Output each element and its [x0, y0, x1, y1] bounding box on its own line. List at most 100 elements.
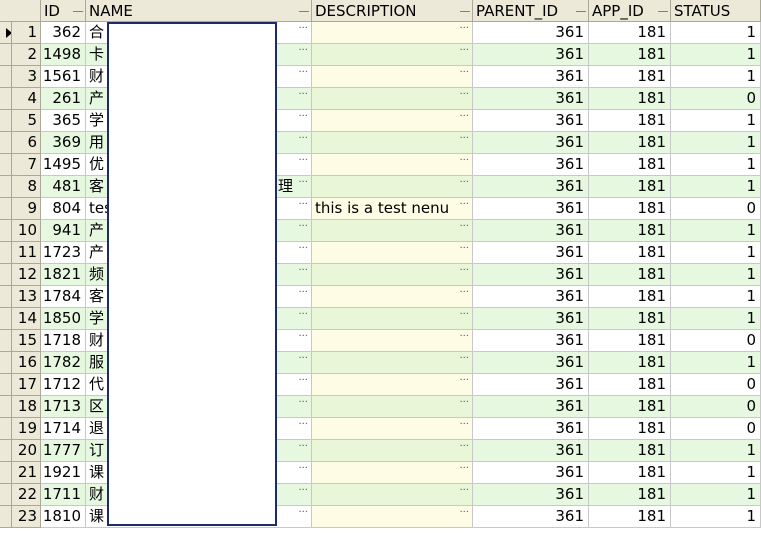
cell-description[interactable]: ···	[312, 374, 473, 396]
ellipsis-button[interactable]: ···	[459, 176, 469, 190]
cell-parent[interactable]: 361	[473, 352, 589, 374]
ellipsis-button[interactable]: ···	[298, 44, 308, 58]
cell-app[interactable]: 181	[589, 286, 671, 308]
cell-status[interactable]: 1	[671, 352, 761, 374]
cell-description[interactable]: ···	[312, 110, 473, 132]
cell-description[interactable]: ···	[312, 308, 473, 330]
ellipsis-button[interactable]: ···	[459, 418, 469, 432]
cell-id[interactable]: 804	[41, 198, 86, 220]
cell-id[interactable]: 941	[41, 220, 86, 242]
cell-description[interactable]: ···	[312, 242, 473, 264]
cell-status[interactable]: 1	[671, 506, 761, 528]
column-header-status[interactable]: STATUS	[671, 0, 761, 22]
ellipsis-button[interactable]: ···	[298, 198, 308, 212]
cell-status[interactable]: 0	[671, 418, 761, 440]
row-number[interactable]: 23	[12, 506, 41, 528]
ellipsis-button[interactable]: ···	[298, 440, 308, 454]
column-header-description[interactable]: DESCRIPTION	[312, 0, 473, 22]
cell-description[interactable]: ···	[312, 506, 473, 528]
cell-status[interactable]: 1	[671, 110, 761, 132]
cell-id[interactable]: 1714	[41, 418, 86, 440]
cell-app[interactable]: 181	[589, 176, 671, 198]
cell-id[interactable]: 1718	[41, 330, 86, 352]
cell-status[interactable]: 1	[671, 220, 761, 242]
cell-app[interactable]: 181	[589, 110, 671, 132]
ellipsis-button[interactable]: ···	[459, 66, 469, 80]
cell-description[interactable]: ···	[312, 352, 473, 374]
cell-description[interactable]: ···	[312, 484, 473, 506]
ellipsis-button[interactable]: ···	[459, 198, 469, 212]
row-number[interactable]: 6	[12, 132, 41, 154]
cell-app[interactable]: 181	[589, 374, 671, 396]
row-number[interactable]: 10	[12, 220, 41, 242]
cell-status[interactable]: 1	[671, 308, 761, 330]
row-number[interactable]: 15	[12, 330, 41, 352]
ellipsis-button[interactable]: ···	[298, 374, 308, 388]
cell-id[interactable]: 1782	[41, 352, 86, 374]
ellipsis-button[interactable]: ···	[459, 462, 469, 476]
ellipsis-button[interactable]: ···	[298, 396, 308, 410]
cell-parent[interactable]: 361	[473, 484, 589, 506]
ellipsis-button[interactable]: ···	[298, 286, 308, 300]
ellipsis-button[interactable]: ···	[298, 308, 308, 322]
row-number[interactable]: 5	[12, 110, 41, 132]
cell-id[interactable]: 1723	[41, 242, 86, 264]
header-corner[interactable]	[0, 0, 41, 22]
ellipsis-button[interactable]: ···	[459, 154, 469, 168]
row-number[interactable]: 2	[12, 44, 41, 66]
ellipsis-button[interactable]: ···	[459, 22, 469, 36]
ellipsis-button[interactable]: ···	[459, 286, 469, 300]
cell-parent[interactable]: 361	[473, 22, 589, 44]
ellipsis-button[interactable]: ···	[298, 110, 308, 124]
ellipsis-button[interactable]: ···	[459, 374, 469, 388]
cell-app[interactable]: 181	[589, 88, 671, 110]
column-header-parent-id[interactable]: PARENT_ID	[473, 0, 589, 22]
cell-app[interactable]: 181	[589, 506, 671, 528]
row-number[interactable]: 16	[12, 352, 41, 374]
column-header-name[interactable]: NAME	[86, 0, 312, 22]
cell-app[interactable]: 181	[589, 44, 671, 66]
ellipsis-button[interactable]: ···	[459, 132, 469, 146]
ellipsis-button[interactable]: ···	[459, 44, 469, 58]
ellipsis-button[interactable]: ···	[459, 352, 469, 366]
ellipsis-button[interactable]: ···	[459, 264, 469, 278]
cell-status[interactable]: 0	[671, 396, 761, 418]
cell-app[interactable]: 181	[589, 132, 671, 154]
ellipsis-button[interactable]: ···	[459, 484, 469, 498]
cell-parent[interactable]: 361	[473, 88, 589, 110]
cell-status[interactable]: 1	[671, 242, 761, 264]
cell-description[interactable]: ···	[312, 440, 473, 462]
cell-description[interactable]: ···	[312, 44, 473, 66]
cell-app[interactable]: 181	[589, 22, 671, 44]
cell-description[interactable]: ···	[312, 396, 473, 418]
cell-id[interactable]: 369	[41, 132, 86, 154]
cell-description[interactable]: ···	[312, 66, 473, 88]
cell-id[interactable]: 362	[41, 22, 86, 44]
cell-status[interactable]: 1	[671, 154, 761, 176]
cell-app[interactable]: 181	[589, 264, 671, 286]
cell-id[interactable]: 1713	[41, 396, 86, 418]
cell-id[interactable]: 365	[41, 110, 86, 132]
cell-status[interactable]: 1	[671, 264, 761, 286]
cell-id[interactable]: 1784	[41, 286, 86, 308]
cell-parent[interactable]: 361	[473, 110, 589, 132]
row-number[interactable]: 11	[12, 242, 41, 264]
cell-parent[interactable]: 361	[473, 330, 589, 352]
ellipsis-button[interactable]: ···	[459, 308, 469, 322]
cell-parent[interactable]: 361	[473, 176, 589, 198]
cell-parent[interactable]: 361	[473, 462, 589, 484]
cell-status[interactable]: 1	[671, 286, 761, 308]
cell-id[interactable]: 1810	[41, 506, 86, 528]
ellipsis-button[interactable]: ···	[298, 66, 308, 80]
ellipsis-button[interactable]: ···	[298, 330, 308, 344]
cell-description[interactable]: ···	[312, 154, 473, 176]
ellipsis-button[interactable]: ···	[298, 506, 308, 520]
cell-description[interactable]: ···	[312, 264, 473, 286]
cell-description[interactable]: ···	[312, 286, 473, 308]
ellipsis-button[interactable]: ···	[298, 220, 308, 234]
cell-description[interactable]: ···	[312, 132, 473, 154]
column-header-id[interactable]: ID	[41, 0, 86, 22]
cell-app[interactable]: 181	[589, 462, 671, 484]
cell-parent[interactable]: 361	[473, 506, 589, 528]
cell-status[interactable]: 1	[671, 484, 761, 506]
